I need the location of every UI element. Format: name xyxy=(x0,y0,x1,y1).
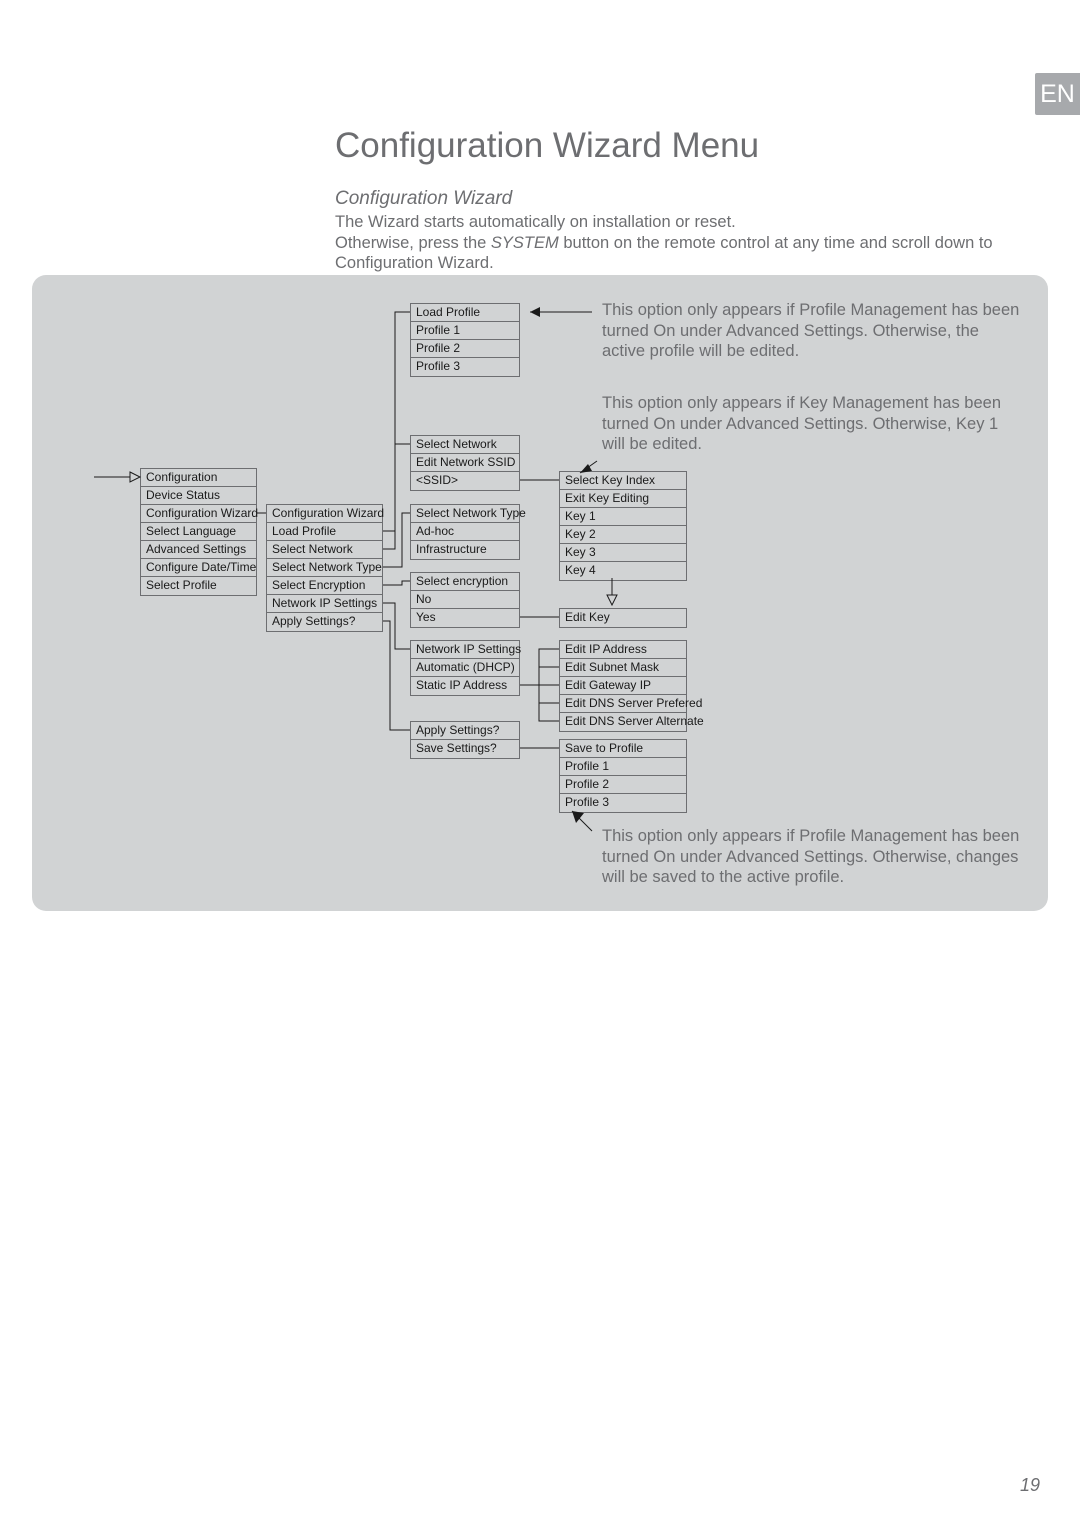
intro-text: The Wizard starts automatically on insta… xyxy=(335,212,995,274)
intro-system-word: SYSTEM xyxy=(491,234,559,252)
page-title: Configuration Wizard Menu xyxy=(335,126,759,166)
language-tab: EN xyxy=(1035,73,1080,115)
page: EN Configuration Wizard Menu Configurati… xyxy=(0,0,1080,1528)
connector-lines xyxy=(32,275,1048,911)
page-number: 19 xyxy=(1020,1475,1040,1496)
intro-line2a: Otherwise, press the xyxy=(335,234,491,252)
intro-line1: The Wizard starts automatically on insta… xyxy=(335,213,736,231)
section-subtitle: Configuration Wizard xyxy=(335,188,512,210)
diagram-panel: Configuration Device Status Configuratio… xyxy=(32,275,1048,911)
